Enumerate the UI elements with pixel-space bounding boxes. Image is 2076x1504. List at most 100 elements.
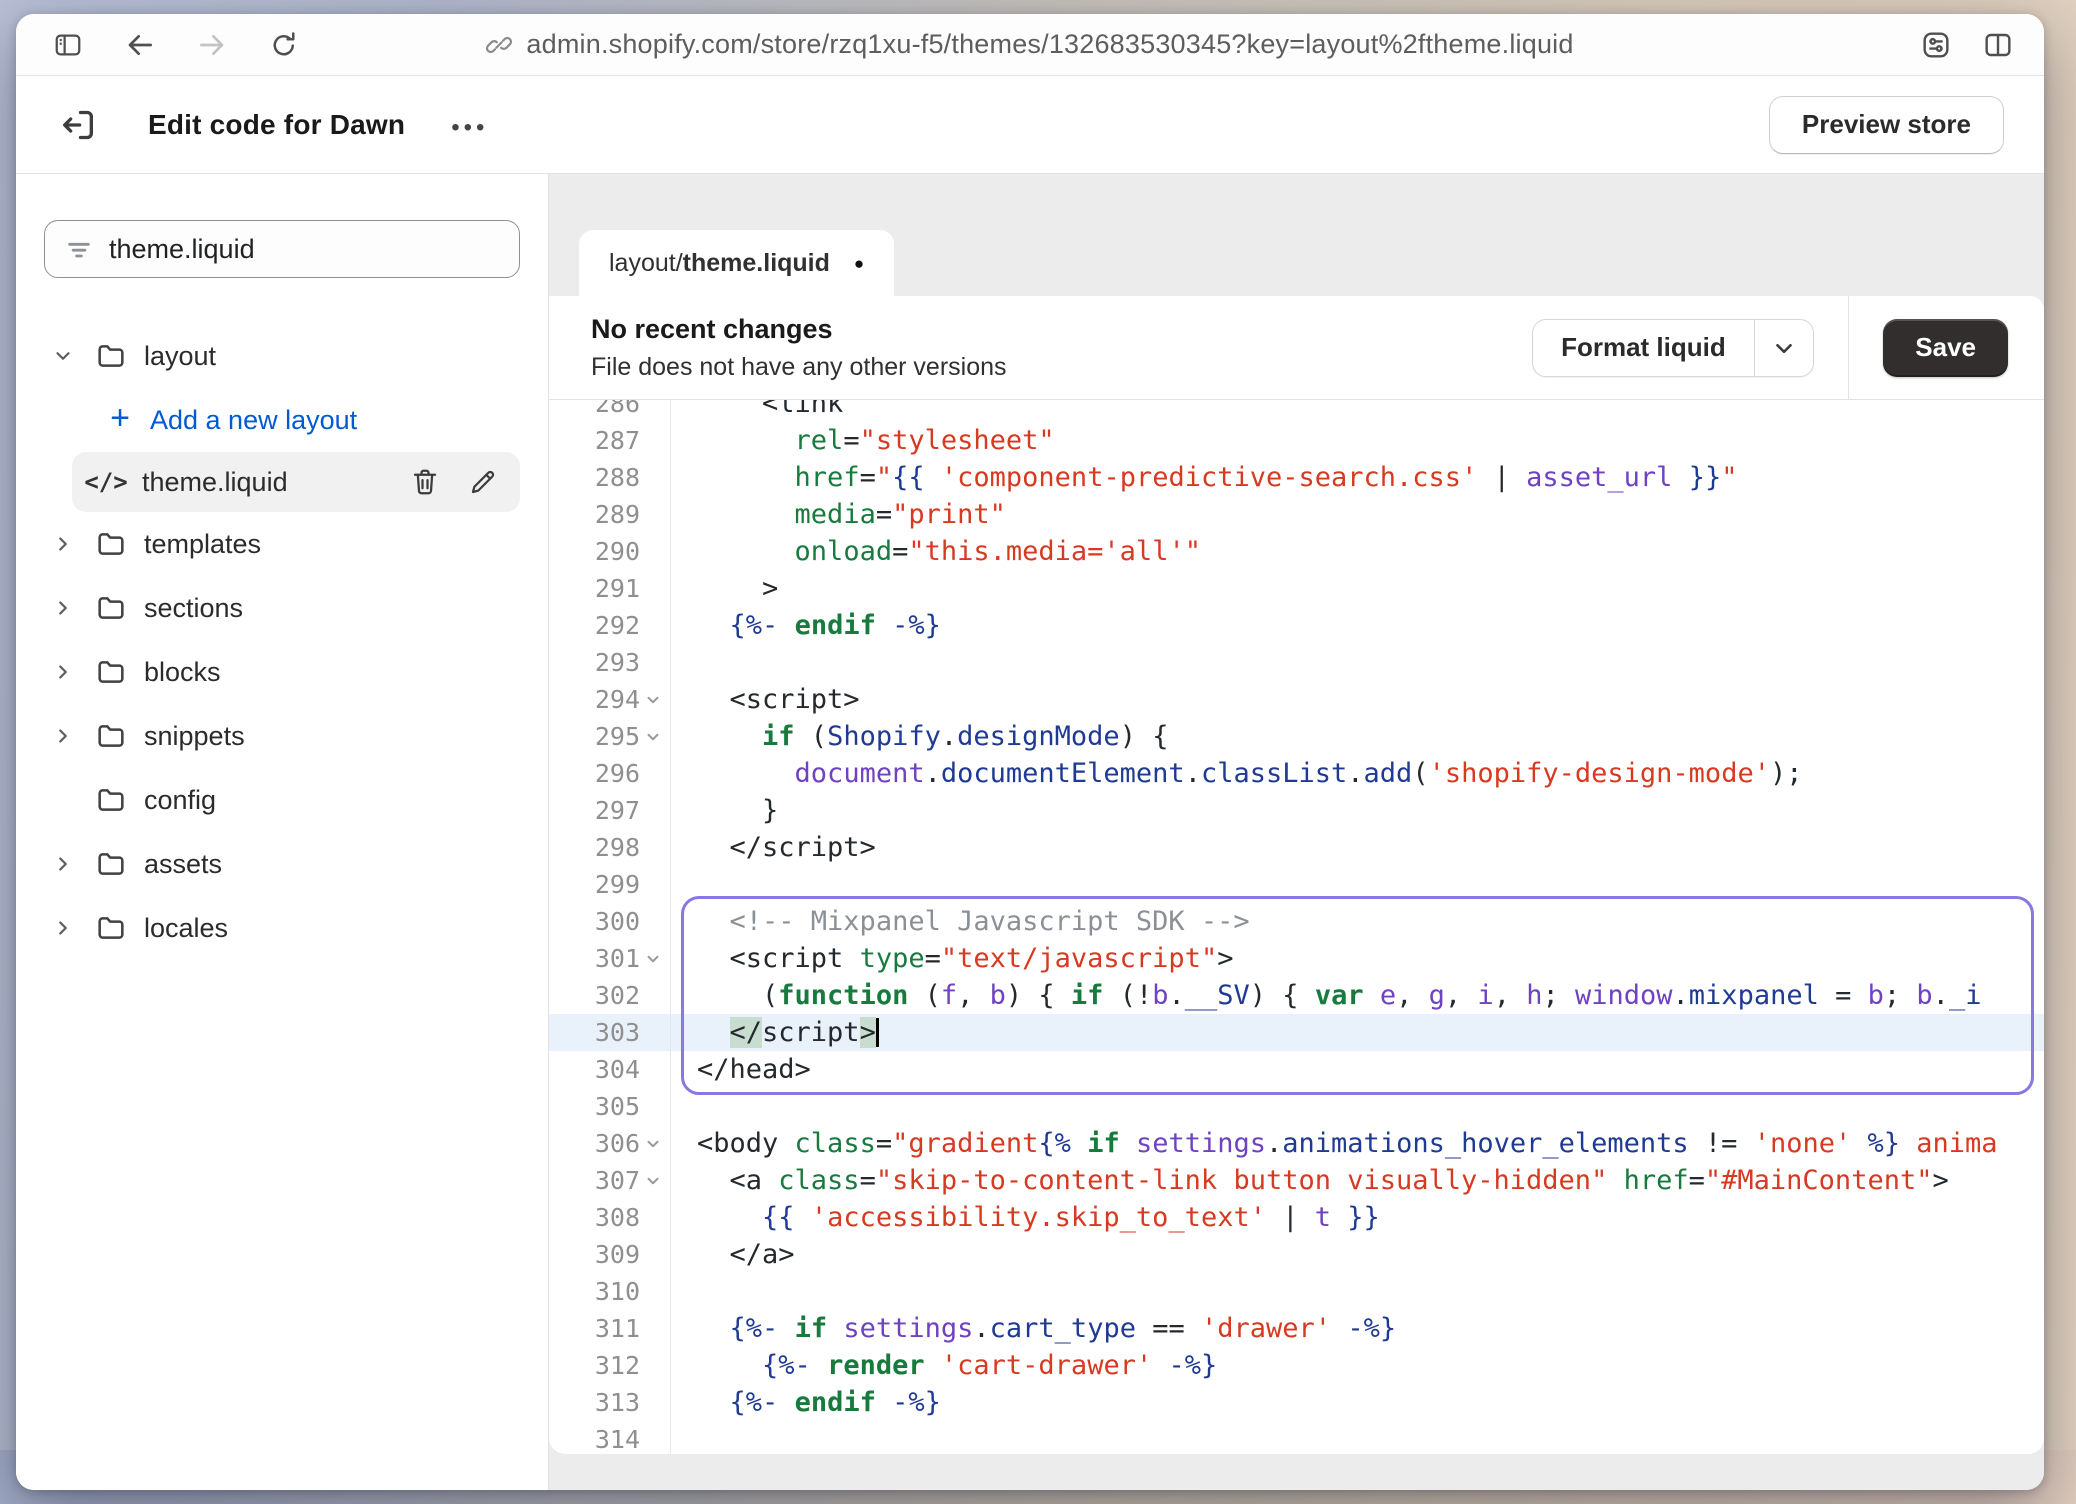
exit-editor-icon[interactable] <box>56 103 100 147</box>
sidebar-folder-locales[interactable]: locales <box>44 896 520 960</box>
line-number: 294 <box>549 681 670 718</box>
folder-icon <box>88 528 134 560</box>
reload-icon[interactable] <box>268 29 300 61</box>
line-number: 292 <box>549 607 670 644</box>
code-line[interactable]: {%- render 'cart-drawer' -%} <box>671 1347 2044 1384</box>
code-line[interactable] <box>671 1421 2044 1454</box>
code-line[interactable]: <link <box>671 400 2044 422</box>
tab-label: layout/theme.liquid <box>609 249 830 278</box>
code-area[interactable]: <link rel="stylesheet" href="{{ 'compone… <box>671 400 2044 1454</box>
fold-chevron-icon[interactable] <box>640 728 666 746</box>
code-line[interactable]: } <box>671 792 2044 829</box>
code-editor[interactable]: 2862872882892902912922932942952962972982… <box>549 400 2044 1454</box>
split-view-icon[interactable] <box>1982 29 2014 61</box>
sidebar-file-theme.liquid[interactable]: </>theme.liquid <box>72 452 520 512</box>
sidebar-folder-assets[interactable]: assets <box>44 832 520 896</box>
code-line[interactable]: <a class="skip-to-content-link button vi… <box>671 1162 2044 1199</box>
line-number: 290 <box>549 533 670 570</box>
fold-chevron-icon[interactable] <box>640 1172 666 1190</box>
code-line[interactable] <box>671 1088 2044 1125</box>
sidebar-folder-layout[interactable]: layout <box>44 324 520 388</box>
sidebar-folder-blocks[interactable]: blocks <box>44 640 520 704</box>
fold-chevron-icon[interactable] <box>640 691 666 709</box>
fold-chevron-icon[interactable] <box>640 1135 666 1153</box>
chevron-down-icon[interactable] <box>44 345 82 367</box>
header-divider <box>1848 296 1849 399</box>
code-line[interactable]: > <box>671 570 2044 607</box>
code-line[interactable]: </script> <box>671 829 2044 866</box>
plus-icon: + <box>100 401 140 439</box>
folder-label: templates <box>140 529 261 560</box>
file-search-input[interactable]: theme.liquid <box>44 220 520 278</box>
chevron-right-icon[interactable] <box>44 725 82 747</box>
code-line[interactable] <box>671 644 2044 681</box>
code-line[interactable]: {%- endif -%} <box>671 1384 2044 1421</box>
sidebar-folder-templates[interactable]: templates <box>44 512 520 576</box>
delete-file-icon[interactable] <box>410 467 440 497</box>
tab-theme-liquid[interactable]: layout/theme.liquid ● <box>579 230 894 296</box>
add-layout-label: Add a new layout <box>146 405 357 436</box>
code-line[interactable]: {{ 'accessibility.skip_to_text' | t }} <box>671 1199 2044 1236</box>
status-title: No recent changes <box>591 314 1007 345</box>
code-line[interactable]: media="print" <box>671 496 2044 533</box>
status-subtitle: File does not have any other versions <box>591 353 1007 382</box>
browser-settings-toggles-icon[interactable] <box>1920 29 1952 61</box>
format-dropdown-toggle[interactable] <box>1755 320 1813 376</box>
chevron-right-icon[interactable] <box>44 917 82 939</box>
file-tree: layout+Add a new layout</>theme.liquidte… <box>44 324 520 960</box>
chevron-right-icon[interactable] <box>44 661 82 683</box>
sidebar-folder-snippets[interactable]: snippets <box>44 704 520 768</box>
line-number: 296 <box>549 755 670 792</box>
format-liquid-button: Format liquid <box>1532 319 1814 377</box>
fold-chevron-icon[interactable] <box>640 950 666 968</box>
chevron-right-icon[interactable] <box>44 533 82 555</box>
more-options-icon[interactable]: ••• <box>451 108 488 142</box>
code-line[interactable]: </a> <box>671 1236 2044 1273</box>
sidebar-folder-sections[interactable]: sections <box>44 576 520 640</box>
folder-icon <box>88 340 134 372</box>
code-line[interactable]: document.documentElement.classList.add('… <box>671 755 2044 792</box>
add-new-layout-link[interactable]: +Add a new layout <box>100 388 520 452</box>
code-line[interactable] <box>671 1273 2044 1310</box>
line-number: 287 <box>549 422 670 459</box>
address-bar[interactable]: admin.shopify.com/store/rzq1xu-f5/themes… <box>16 14 2044 75</box>
back-arrow-icon[interactable] <box>124 29 156 61</box>
line-number: 308 <box>549 1199 670 1236</box>
line-number: 306 <box>549 1125 670 1162</box>
code-line[interactable]: href="{{ 'component-predictive-search.cs… <box>671 459 2044 496</box>
code-line[interactable]: onload="this.media='all'" <box>671 533 2044 570</box>
chevron-right-icon[interactable] <box>44 597 82 619</box>
code-line[interactable]: {%- if settings.cart_type == 'drawer' -%… <box>671 1310 2044 1347</box>
code-line[interactable]: (function (f, b) { if (!b.__SV) { var e,… <box>671 977 2044 1014</box>
preview-store-button[interactable]: Preview store <box>1769 96 2004 154</box>
code-line[interactable]: <script type="text/javascript"> <box>671 940 2044 977</box>
line-number: 293 <box>549 644 670 681</box>
line-number: 298 <box>549 829 670 866</box>
code-line[interactable]: <!-- Mixpanel Javascript SDK --> <box>671 903 2044 940</box>
code-line[interactable]: <script> <box>671 681 2044 718</box>
line-number: 310 <box>549 1273 670 1310</box>
format-liquid-action[interactable]: Format liquid <box>1533 320 1754 376</box>
chevron-right-icon[interactable] <box>44 853 82 875</box>
browser-window: admin.shopify.com/store/rzq1xu-f5/themes… <box>16 14 2044 1490</box>
tab-bar: layout/theme.liquid ● <box>549 174 2044 296</box>
code-line[interactable]: if (Shopify.designMode) { <box>671 718 2044 755</box>
code-line[interactable]: </head> <box>671 1051 2044 1088</box>
line-number: 312 <box>549 1347 670 1384</box>
rename-file-icon[interactable] <box>468 467 498 497</box>
folder-label: snippets <box>140 721 245 752</box>
editor-panel-header: No recent changes File does not have any… <box>549 296 2044 400</box>
browser-toolbar: admin.shopify.com/store/rzq1xu-f5/themes… <box>16 14 2044 76</box>
code-line[interactable]: </script> <box>671 1014 2044 1051</box>
save-button[interactable]: Save <box>1883 319 2008 377</box>
code-line[interactable]: <body class="gradient{% if settings.anim… <box>671 1125 2044 1162</box>
sidebar-folder-config[interactable]: config <box>44 768 520 832</box>
line-number: 297 <box>549 792 670 829</box>
line-number: 313 <box>549 1384 670 1421</box>
browser-sidebar-toggle-icon[interactable] <box>52 29 84 61</box>
code-line[interactable] <box>671 866 2044 903</box>
code-line[interactable]: {%- endif -%} <box>671 607 2044 644</box>
line-number: 305 <box>549 1088 670 1125</box>
code-line[interactable]: rel="stylesheet" <box>671 422 2044 459</box>
line-number: 303 <box>549 1014 670 1051</box>
